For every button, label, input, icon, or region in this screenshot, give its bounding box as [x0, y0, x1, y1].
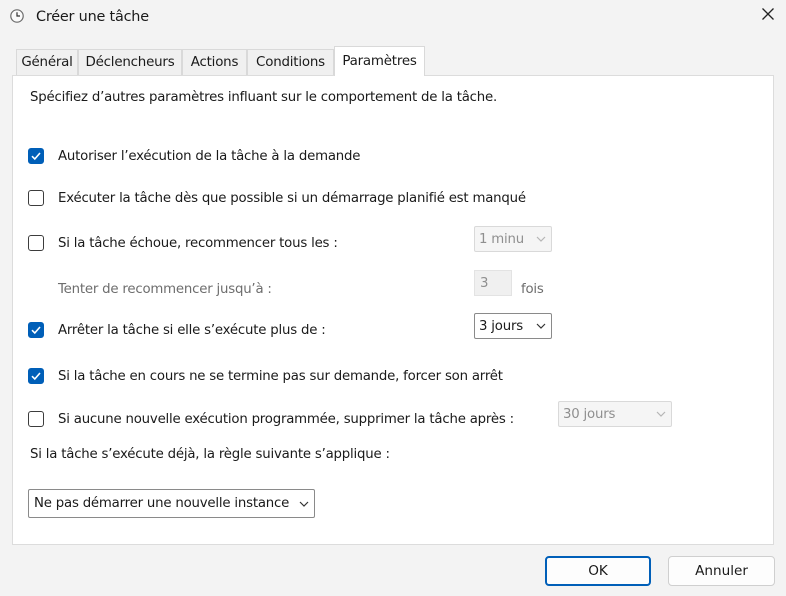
- stop-duration-dropdown[interactable]: 3 jours: [474, 313, 552, 339]
- restart-on-fail-label: Si la tâche échoue, recommencer tous les…: [58, 236, 338, 251]
- restart-attempts-unit: fois: [521, 282, 544, 297]
- tab-actions[interactable]: Actions: [182, 49, 247, 75]
- tab-settings[interactable]: Paramètres: [334, 46, 425, 76]
- tab-triggers[interactable]: Déclencheurs: [78, 49, 182, 75]
- window-title: Créer une tâche: [36, 9, 149, 25]
- run-if-missed-checkbox[interactable]: [28, 190, 44, 206]
- tab-conditions[interactable]: Conditions: [247, 49, 334, 75]
- cancel-button[interactable]: Annuler: [668, 556, 775, 586]
- allow-on-demand-checkbox[interactable]: [28, 148, 44, 164]
- delete-if-none-checkbox[interactable]: [28, 411, 44, 427]
- stop-duration-value: 3 jours: [479, 318, 523, 334]
- restart-attempts-label: Tenter de recommencer jusqu’à :: [58, 282, 272, 297]
- rule-value: Ne pas démarrer une nouvelle instance: [34, 496, 290, 511]
- force-stop-label: Si la tâche en cours ne se termine pas s…: [58, 369, 503, 384]
- restart-attempts-value: 3: [480, 275, 489, 291]
- settings-panel: [12, 75, 774, 545]
- checkmark-icon: [31, 372, 41, 381]
- delete-after-dropdown[interactable]: 30 jours: [558, 401, 672, 427]
- chevron-down-icon: [531, 323, 551, 329]
- chevron-down-icon: [651, 411, 671, 417]
- stop-if-longer-checkbox[interactable]: [28, 322, 44, 338]
- chevron-down-icon: [294, 501, 314, 507]
- stop-if-longer-label: Arrêter la tâche si elle s’exécute plus …: [58, 323, 326, 338]
- allow-on-demand-label: Autoriser l’exécution de la tâche à la d…: [58, 149, 361, 164]
- checkmark-icon: [31, 152, 41, 161]
- tab-general[interactable]: Général: [16, 49, 78, 75]
- checkmark-icon: [31, 326, 41, 335]
- intro-text: Spécifiez d’autres paramètres influant s…: [30, 90, 498, 105]
- close-icon: [761, 7, 775, 25]
- restart-on-fail-checkbox[interactable]: [28, 235, 44, 251]
- restart-attempts-input[interactable]: 3: [474, 270, 512, 296]
- rule-label: Si la tâche s’exécute déjà, la règle sui…: [30, 447, 390, 462]
- ok-button[interactable]: OK: [545, 556, 651, 586]
- delete-if-none-label: Si aucune nouvelle exécution programmée,…: [58, 412, 514, 427]
- chevron-down-icon: [531, 236, 551, 242]
- delete-after-value: 30 jours: [563, 406, 616, 422]
- restart-interval-dropdown[interactable]: 1 minu: [474, 226, 552, 252]
- rule-dropdown[interactable]: Ne pas démarrer une nouvelle instance: [28, 489, 315, 518]
- run-if-missed-label: Exécuter la tâche dès que possible si un…: [58, 191, 526, 206]
- force-stop-checkbox[interactable]: [28, 368, 44, 384]
- close-button[interactable]: [755, 4, 781, 28]
- clock-icon: [10, 9, 24, 23]
- restart-interval-value: 1 minu: [479, 231, 524, 247]
